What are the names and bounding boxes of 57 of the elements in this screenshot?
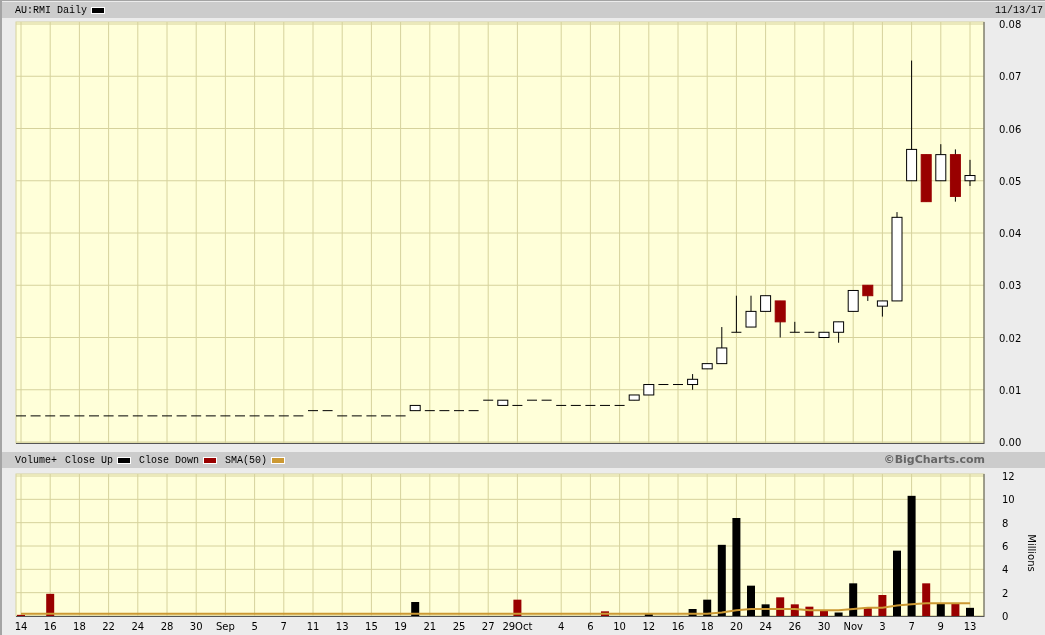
axis-label: 24: [131, 621, 145, 632]
chart-title: AU:RMI Daily: [15, 3, 87, 18]
axis-label: 10: [613, 621, 626, 632]
axis-label: 30: [189, 621, 203, 632]
axis-label: 10: [1002, 494, 1015, 506]
legend-label: Close Up: [65, 453, 114, 468]
axis-label: Sep: [215, 621, 235, 632]
axis-label: 16: [43, 621, 57, 632]
axis-label: 0.01: [999, 384, 1022, 396]
axis-label: 0.05: [999, 175, 1022, 187]
axis-label: 14: [14, 621, 28, 632]
axis-label: 27: [481, 621, 495, 632]
axis-label: 13: [963, 621, 977, 632]
axis-label: 8: [1002, 517, 1009, 529]
legend-title: Volume+: [15, 453, 57, 468]
axis-label: 22: [102, 621, 115, 632]
axis-label: 11: [306, 621, 320, 632]
axis-label: 9: [937, 621, 944, 632]
credit-text: ©BigCharts.com: [883, 451, 985, 468]
axis-label: 30: [817, 621, 831, 632]
axis-label: 29Oct: [502, 621, 533, 632]
axis-label: 0.07: [999, 71, 1022, 83]
legend-label: SMA(50): [225, 453, 268, 468]
axis-label: 19: [394, 621, 407, 632]
legend-label: Close Down: [139, 453, 200, 468]
axis-label: 4: [1002, 564, 1009, 576]
axis-label: 12: [1002, 471, 1015, 482]
axis-title: Millions: [1026, 534, 1037, 572]
axis-label: 6: [1002, 541, 1009, 552]
axis-label: 0.00: [999, 437, 1022, 448]
axis-label: 18: [700, 621, 714, 632]
axis-label: 4: [558, 621, 565, 632]
axis-label: 0: [1002, 611, 1009, 622]
axis-label: 28: [160, 621, 174, 632]
axis-label: 13: [335, 621, 349, 632]
axis-label: 16: [671, 621, 685, 632]
axis-label: 2: [1002, 587, 1009, 599]
axis-label: 3: [879, 621, 886, 632]
axis-label: 7: [908, 621, 915, 632]
axis-label: 0.02: [999, 332, 1022, 344]
axis-label: 0.03: [999, 280, 1022, 292]
axis-label: 0.04: [999, 228, 1022, 239]
chart-date: 11/13/17: [995, 3, 1043, 18]
axis-label: Nov: [843, 621, 863, 632]
axis-label: 24: [759, 621, 772, 632]
axis-label: 12: [642, 621, 656, 632]
axis-label: 5: [251, 621, 258, 632]
axis-label: 21: [423, 621, 437, 632]
axis-label: 0.06: [999, 123, 1022, 135]
axis-label: 15: [365, 621, 378, 632]
axis-label: 25: [452, 621, 466, 632]
axis-label: 20: [730, 621, 743, 632]
axis-label: 18: [73, 621, 86, 632]
axis-label: 6: [587, 621, 594, 632]
axis-label: 7: [280, 621, 287, 632]
axis-label: 0.08: [999, 19, 1022, 30]
axis-label: 26: [788, 621, 802, 632]
